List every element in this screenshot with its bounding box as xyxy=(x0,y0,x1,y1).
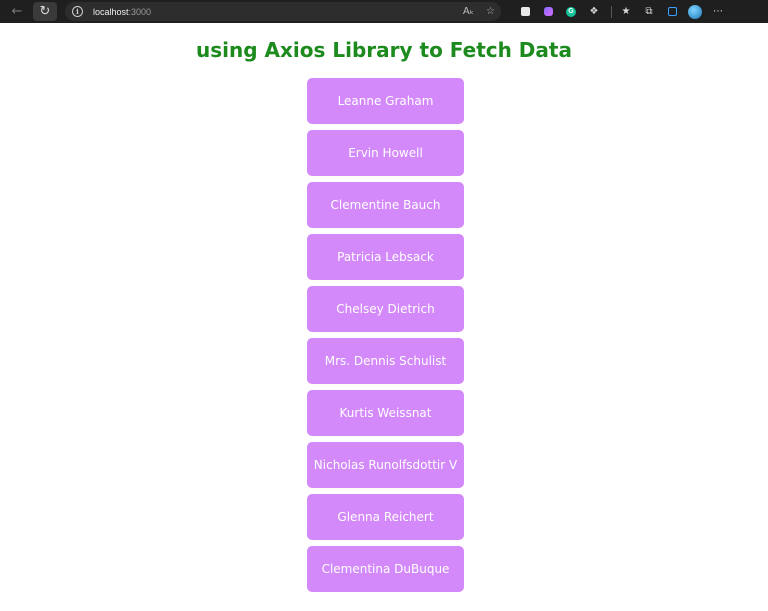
read-aloud-icon[interactable]: Aₖ xyxy=(463,6,474,17)
site-info-icon[interactable]: i xyxy=(72,6,83,17)
profile-avatar[interactable] xyxy=(685,2,705,21)
address-url[interactable]: localhost:3000 xyxy=(93,7,151,17)
user-button[interactable]: Nicholas Runolfsdottir V xyxy=(307,442,464,488)
back-button[interactable]: ← xyxy=(5,2,29,21)
url-port: :3000 xyxy=(128,6,152,17)
page-title: using Axios Library to Fetch Data xyxy=(196,38,572,62)
user-button[interactable]: Glenna Reichert xyxy=(307,494,464,540)
user-button[interactable]: Ervin Howell xyxy=(307,130,464,176)
back-arrow-icon: ← xyxy=(11,4,23,19)
user-button[interactable]: Chelsey Dietrich xyxy=(307,286,464,332)
user-button[interactable]: Mrs. Dennis Schulist xyxy=(307,338,464,384)
user-button[interactable]: Patricia Lebsack xyxy=(307,234,464,280)
browser-toolbar: ← ↻ i localhost:3000 Aₖ ☆ G ❖ ★ ⧉ ⋯ xyxy=(0,0,768,23)
user-button[interactable]: Clementina DuBuque xyxy=(307,546,464,592)
edge-bar-icon[interactable] xyxy=(662,2,682,21)
extension-tab-icon[interactable] xyxy=(515,2,535,21)
reload-icon: ↻ xyxy=(39,4,51,19)
extension-copilot-icon[interactable] xyxy=(538,2,558,21)
extensions-puzzle-icon[interactable]: ❖ xyxy=(584,2,604,21)
user-list: Leanne Graham Ervin Howell Clementine Bauc… xyxy=(307,78,464,598)
user-button[interactable]: Leanne Graham xyxy=(307,78,464,124)
address-bar[interactable]: i localhost:3000 Aₖ ☆ xyxy=(65,2,501,21)
add-favorite-icon[interactable]: ☆ xyxy=(486,6,495,17)
user-button[interactable]: Kurtis Weissnat xyxy=(307,390,464,436)
grammarly-icon[interactable]: G xyxy=(561,2,581,21)
collections-icon[interactable]: ⧉ xyxy=(639,2,659,21)
more-menu-icon[interactable]: ⋯ xyxy=(708,2,728,21)
favorites-icon[interactable]: ★ xyxy=(616,2,636,21)
url-host: localhost xyxy=(93,6,129,17)
user-button[interactable]: Clementine Bauch xyxy=(307,182,464,228)
reload-button[interactable]: ↻ xyxy=(33,2,57,21)
toolbar-divider xyxy=(611,5,612,18)
